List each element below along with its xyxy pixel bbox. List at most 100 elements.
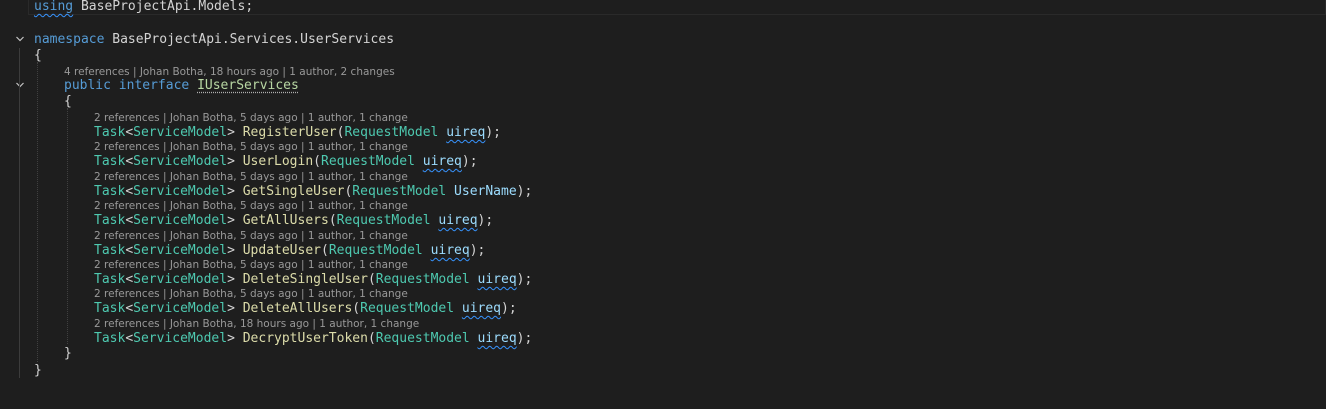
codelens-method[interactable]: 2 references | Johan Botha, 5 days ago |… bbox=[94, 259, 408, 271]
generic-arg: ServiceModel bbox=[133, 301, 228, 316]
generic-close: > bbox=[227, 272, 235, 287]
method-signature[interactable]: Task<ServiceModel> DeleteSingleUser(Requ… bbox=[94, 272, 532, 288]
param-type: RequestModel bbox=[375, 331, 470, 346]
paren-close: ); bbox=[516, 272, 533, 287]
chevron-down-icon[interactable] bbox=[14, 34, 26, 46]
param-name: uireq bbox=[477, 331, 517, 346]
paren-close: ); bbox=[461, 154, 478, 169]
codelens-interface[interactable]: 4 references | Johan Botha, 18 hours ago… bbox=[64, 66, 395, 78]
generic-close: > bbox=[227, 331, 235, 346]
generic-open: < bbox=[125, 331, 134, 346]
param-type: RequestModel bbox=[344, 125, 439, 140]
using-line[interactable]: using BaseProjectApi.Models; bbox=[34, 0, 253, 15]
interface-line[interactable]: public interface IUserServices bbox=[64, 78, 299, 94]
paren-close: ); bbox=[485, 125, 502, 140]
param-type: RequestModel bbox=[321, 154, 415, 169]
method-signature[interactable]: Task<ServiceModel> UpdateUser(RequestMod… bbox=[94, 243, 485, 259]
codelens-method[interactable]: 2 references | Johan Botha, 5 days ago |… bbox=[94, 112, 408, 124]
return-type: Task bbox=[94, 184, 126, 199]
method-name: DeleteSingleUser bbox=[242, 272, 368, 287]
return-type: Task bbox=[94, 272, 126, 287]
method-name: RegisterUser bbox=[242, 125, 337, 140]
namespace-line[interactable]: namespace BaseProjectApi.Services.UserSe… bbox=[34, 32, 394, 48]
generic-arg: ServiceModel bbox=[133, 243, 228, 258]
paren-open: ( bbox=[321, 243, 329, 258]
codelens-method[interactable]: 2 references | Johan Botha, 5 days ago |… bbox=[94, 200, 408, 212]
interface-keyword: interface bbox=[118, 78, 190, 93]
indent-guide-2 bbox=[67, 108, 68, 344]
param-name: UserName bbox=[454, 184, 517, 199]
generic-close: > bbox=[227, 154, 235, 169]
method-name: DecryptUserToken bbox=[242, 331, 368, 346]
interface-open-brace: { bbox=[64, 94, 72, 109]
return-type: Task bbox=[94, 301, 126, 316]
generic-open: < bbox=[125, 184, 134, 199]
generic-close: > bbox=[227, 184, 235, 199]
paren-open: ( bbox=[313, 154, 321, 169]
generic-open: < bbox=[125, 154, 134, 169]
codelens-method[interactable]: 2 references | Johan Botha, 18 hours ago… bbox=[94, 318, 419, 330]
codelens-method[interactable]: 2 references | Johan Botha, 5 days ago |… bbox=[94, 171, 408, 183]
code-editor[interactable]: using BaseProjectApi.Models; namespace B… bbox=[0, 0, 1326, 409]
method-signature[interactable]: Task<ServiceModel> GetSingleUser(Request… bbox=[94, 184, 532, 200]
param-type: RequestModel bbox=[328, 243, 423, 258]
public-keyword: public bbox=[64, 78, 111, 93]
paren-open: ( bbox=[367, 272, 376, 287]
method-signature[interactable]: Task<ServiceModel> DeleteAllUsers(Reques… bbox=[94, 301, 517, 317]
return-type: Task bbox=[94, 125, 126, 140]
method-name: DeleteAllUsers bbox=[242, 301, 353, 316]
namespace-open-brace: { bbox=[34, 48, 42, 63]
paren-close: ); bbox=[477, 213, 494, 228]
param-name: uireq bbox=[461, 301, 502, 316]
using-semicolon: ; bbox=[245, 0, 254, 14]
interface-close-brace: } bbox=[64, 346, 72, 361]
return-type: Task bbox=[94, 243, 126, 258]
param-name: uireq bbox=[422, 154, 462, 169]
param-type: RequestModel bbox=[360, 301, 455, 316]
codelens-method[interactable]: 2 references | Johan Botha, 5 days ago |… bbox=[94, 288, 408, 300]
paren-close: ); bbox=[516, 184, 533, 199]
method-signature[interactable]: Task<ServiceModel> RegisterUser(RequestM… bbox=[94, 125, 501, 141]
param-name: uireq bbox=[430, 243, 470, 258]
generic-close: > bbox=[227, 213, 235, 228]
generic-close: > bbox=[227, 301, 235, 316]
param-type: RequestModel bbox=[375, 272, 470, 287]
generic-close: > bbox=[227, 125, 235, 140]
generic-arg: ServiceModel bbox=[133, 331, 228, 346]
paren-close: ); bbox=[469, 243, 486, 258]
method-name: GetAllUsers bbox=[242, 213, 329, 228]
param-name: uireq bbox=[438, 213, 478, 228]
return-type: Task bbox=[94, 154, 126, 169]
generic-open: < bbox=[125, 272, 134, 287]
generic-open: < bbox=[125, 125, 134, 140]
method-signature[interactable]: Task<ServiceModel> DecryptUserToken(Requ… bbox=[94, 331, 532, 347]
param-type: RequestModel bbox=[352, 184, 447, 199]
generic-arg: ServiceModel bbox=[133, 184, 228, 199]
generic-open: < bbox=[125, 243, 134, 258]
indent-guide-1 bbox=[37, 62, 38, 362]
paren-open: ( bbox=[352, 301, 361, 316]
interface-name: IUserServices bbox=[197, 78, 299, 93]
paren-open: ( bbox=[328, 213, 337, 228]
using-keyword: using bbox=[34, 0, 74, 14]
codelens-method[interactable]: 2 references | Johan Botha, 5 days ago |… bbox=[94, 141, 408, 153]
generic-arg: ServiceModel bbox=[133, 272, 228, 287]
generic-arg: ServiceModel bbox=[133, 213, 228, 228]
codelens-method[interactable]: 2 references | Johan Botha, 5 days ago |… bbox=[94, 230, 408, 242]
param-name: uireq bbox=[446, 125, 486, 140]
paren-open: ( bbox=[367, 331, 376, 346]
generic-arg: ServiceModel bbox=[133, 125, 228, 140]
generic-arg: ServiceModel bbox=[133, 154, 228, 169]
chevron-down-icon[interactable] bbox=[14, 80, 26, 92]
namespace-close-brace: } bbox=[34, 363, 42, 378]
generic-open: < bbox=[125, 213, 134, 228]
generic-open: < bbox=[125, 301, 134, 316]
method-name: GetSingleUser bbox=[242, 184, 345, 199]
method-signature[interactable]: Task<ServiceModel> UserLogin(RequestMode… bbox=[94, 154, 478, 170]
param-name: uireq bbox=[477, 272, 517, 287]
method-name: UpdateUser bbox=[242, 243, 321, 258]
method-signature[interactable]: Task<ServiceModel> GetAllUsers(RequestMo… bbox=[94, 213, 493, 229]
return-type: Task bbox=[94, 331, 126, 346]
paren-close: ); bbox=[516, 331, 533, 346]
return-type: Task bbox=[94, 213, 126, 228]
